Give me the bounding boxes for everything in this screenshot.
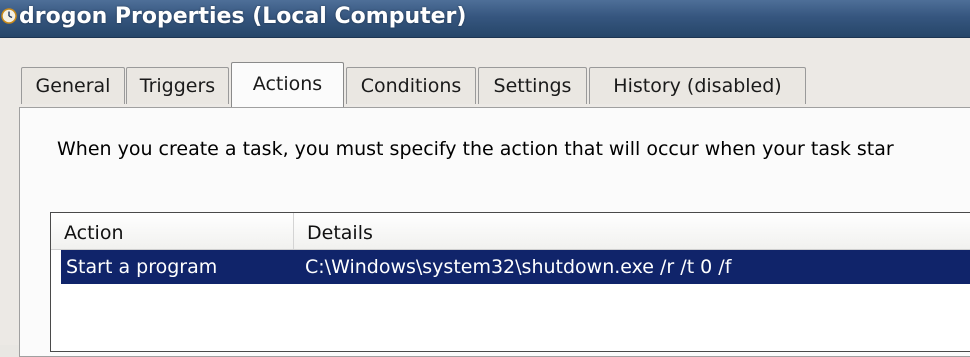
table-row[interactable]: Start a program C:\Windows\system32\shut… [61, 250, 970, 284]
actions-list[interactable]: Action Details Start a program C:\Window… [50, 212, 970, 352]
column-header-details[interactable]: Details [294, 213, 970, 249]
tab-actions[interactable]: Actions [231, 62, 344, 107]
task-scheduler-clock-icon [1, 8, 17, 24]
tab-settings[interactable]: Settings [478, 67, 587, 104]
row-details-cell: C:\Windows\system32\shutdown.exe /r /t 0… [305, 256, 732, 278]
row-action-cell: Start a program [66, 256, 218, 278]
tab-general[interactable]: General [21, 67, 125, 104]
list-header: Action Details [51, 213, 970, 250]
tab-history[interactable]: History (disabled) [589, 67, 806, 104]
tab-conditions[interactable]: Conditions [346, 67, 476, 104]
tab-triggers[interactable]: Triggers [126, 67, 229, 104]
window-title: drogon Properties (Local Computer) [19, 4, 467, 29]
actions-description: When you create a task, you must specify… [57, 138, 894, 160]
column-header-action[interactable]: Action [51, 213, 293, 249]
window-titlebar[interactable]: drogon Properties (Local Computer) [0, 0, 970, 38]
